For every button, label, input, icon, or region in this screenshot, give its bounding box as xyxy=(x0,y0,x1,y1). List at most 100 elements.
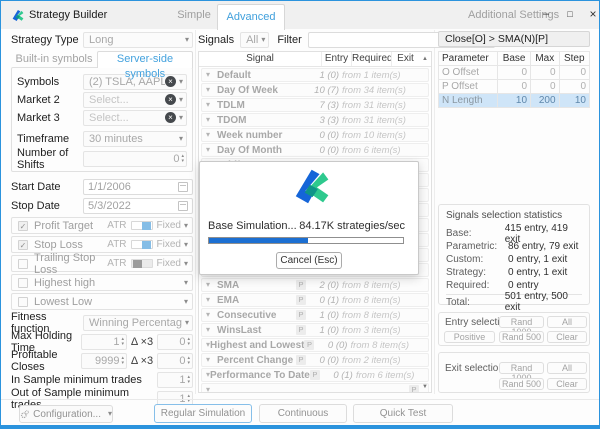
entry-rand-1000-button[interactable]: Rand 1000 xyxy=(499,316,544,328)
column-exit[interactable]: Exit xyxy=(391,52,419,66)
atr-fixed-toggle[interactable] xyxy=(131,259,153,268)
entry-rand-500-button[interactable]: Rand 500 xyxy=(499,331,544,343)
chevron-down-icon[interactable]: ▾ xyxy=(184,260,188,268)
exit-clear-button[interactable]: Clear xyxy=(547,378,587,390)
signal-formula[interactable]: Close[O] > SMA(N)[P] xyxy=(438,31,590,47)
list-item[interactable]: ▾Percent ChangeP0 (0)from 2 item(s) xyxy=(201,353,429,367)
clear-icon[interactable]: × xyxy=(165,94,176,105)
maximize-icon[interactable]: □ xyxy=(561,5,579,24)
spinner-arrows-icon[interactable]: ▴▾ xyxy=(187,375,190,385)
minimize-icon[interactable]: – xyxy=(537,5,555,24)
table-row[interactable]: O Offset 0 0 0 xyxy=(439,66,590,80)
strategy-type-select[interactable]: Long▾ xyxy=(83,32,193,48)
configuration-button[interactable]: Configuration... ▾ xyxy=(19,405,113,423)
list-item[interactable]: ▾Default1 (0)from 1 item(s) xyxy=(201,68,429,82)
scroll-up-icon[interactable]: ▲ xyxy=(419,52,431,66)
chevron-down-icon[interactable]: ▾ xyxy=(206,86,217,94)
entry-positive-button[interactable]: Positive xyxy=(444,331,495,343)
checkbox-icon[interactable] xyxy=(18,259,28,269)
start-date-field[interactable]: 1/1/2006 xyxy=(83,179,193,195)
atr-fixed-toggle[interactable] xyxy=(131,240,153,249)
spinner-arrows-icon[interactable]: ▴▾ xyxy=(187,356,190,366)
list-item[interactable]: ▾Performance To DateP0 (1)from 6 item(s) xyxy=(201,368,429,382)
column-required[interactable]: Required xyxy=(351,52,391,66)
exit-rand-500-button[interactable]: Rand 500 xyxy=(499,378,544,390)
chevron-down-icon[interactable]: ▾ xyxy=(206,386,217,393)
profit-target-row[interactable]: ✓ Profit Target ATR Fixed ▾ xyxy=(11,217,193,234)
max-holding-time-stepper[interactable]: 1 ▴▾ xyxy=(81,334,127,350)
lowest-low-row[interactable]: Lowest Low ▾ xyxy=(11,293,193,310)
checkbox-checked-icon[interactable]: ✓ xyxy=(18,221,28,231)
entry-all-button[interactable]: All xyxy=(547,316,587,328)
entry-clear-button[interactable]: Clear xyxy=(547,331,587,343)
max-holding-delta-stepper[interactable]: 0 ▴▾ xyxy=(157,334,193,350)
chevron-down-icon[interactable]: ▾ xyxy=(206,296,217,304)
clear-icon[interactable]: × xyxy=(165,76,176,87)
list-item[interactable]: ▾WinsLastP1 (0)from 3 item(s) xyxy=(201,323,429,337)
profitable-closes-delta-stepper[interactable]: 0 ▴▾ xyxy=(157,353,193,369)
fitness-function-select[interactable]: Winning Percentage▾ xyxy=(83,315,193,331)
checkbox-checked-icon[interactable]: ✓ xyxy=(18,240,28,250)
atr-fixed-toggle[interactable] xyxy=(131,221,153,230)
number-of-shifts-stepper[interactable]: 0 ▴▾ xyxy=(83,151,187,167)
stop-loss-row[interactable]: ✓ Stop Loss ATR Fixed ▾ xyxy=(11,236,193,253)
spinner-arrows-icon[interactable]: ▴▾ xyxy=(181,154,184,164)
quick-test-button[interactable]: Quick Test xyxy=(353,404,453,423)
table-row[interactable]: P Offset 0 0 0 xyxy=(439,80,590,94)
list-item[interactable]: ▾TDOM3 (3)from 31 item(s) xyxy=(201,113,429,127)
clear-icon[interactable]: × xyxy=(165,112,176,123)
market3-select[interactable]: Select... × ▾ xyxy=(83,110,187,126)
market2-select[interactable]: Select... × ▾ xyxy=(83,92,187,108)
signals-scope-select[interactable]: All▾ xyxy=(240,32,269,48)
chevron-down-icon[interactable]: ▾ xyxy=(206,356,217,364)
chevron-down-icon[interactable]: ▾ xyxy=(206,326,217,334)
exit-rand-1000-button[interactable]: Rand 1000 xyxy=(499,362,544,374)
continuous-simulation-button[interactable]: Continuous Simulation xyxy=(259,404,347,423)
spinner-arrows-icon[interactable]: ▴▾ xyxy=(121,356,124,366)
list-item[interactable]: ▾Highest and LowestP0 (0)from 8 item(s) xyxy=(201,338,429,352)
timeframe-select[interactable]: 30 minutes▾ xyxy=(83,131,187,147)
calendar-icon[interactable] xyxy=(178,182,188,192)
tab-server-side-symbols[interactable]: Server-side symbols xyxy=(97,51,193,68)
chevron-down-icon[interactable]: ▾ xyxy=(184,279,188,287)
chevron-down-icon[interactable]: ▾ xyxy=(206,131,217,139)
highest-high-row[interactable]: Highest high ▾ xyxy=(11,274,193,291)
list-item[interactable]: ▾Day Of Month0 (0)from 6 item(s) xyxy=(201,143,429,157)
table-row-selected[interactable]: N Length 10 200 10 xyxy=(439,94,590,108)
regular-simulation-button[interactable]: Regular Simulation xyxy=(154,404,252,423)
list-item[interactable]: ▾SMAP2 (0)from 8 item(s) xyxy=(201,278,429,292)
chevron-down-icon[interactable]: ▾ xyxy=(184,222,188,230)
list-item[interactable]: ▾TDLM7 (3)from 31 item(s) xyxy=(201,98,429,112)
spinner-arrows-icon[interactable]: ▴▾ xyxy=(121,337,124,347)
trailing-stop-loss-row[interactable]: Trailing Stop Loss ATR Fixed ▾ xyxy=(11,255,193,272)
chevron-down-icon[interactable]: ▾ xyxy=(206,116,217,124)
chevron-down-icon[interactable]: ▾ xyxy=(206,281,217,289)
list-item[interactable]: ▾EMAP0 (1)from 8 item(s) xyxy=(201,293,429,307)
spinner-arrows-icon[interactable]: ▴▾ xyxy=(187,337,190,347)
close-icon[interactable]: × xyxy=(584,5,600,24)
column-entry[interactable]: Entry xyxy=(321,52,351,66)
tab-simple[interactable]: Simple xyxy=(171,9,217,21)
chevron-down-icon[interactable]: ▾ xyxy=(184,298,188,306)
chevron-down-icon[interactable]: ▾ xyxy=(206,101,217,109)
scroll-down-icon[interactable]: ▼ xyxy=(422,384,428,390)
tab-built-in-symbols[interactable]: Built-in symbols xyxy=(11,51,97,67)
checkbox-icon[interactable] xyxy=(18,297,28,307)
in-sample-min-trades-stepper[interactable]: 1 ▴▾ xyxy=(157,372,193,388)
exit-all-button[interactable]: All xyxy=(547,362,587,374)
chevron-down-icon[interactable]: ▾ xyxy=(206,146,217,154)
list-item[interactable]: ▾ConsecutiveP1 (0)from 8 item(s) xyxy=(201,308,429,322)
list-item[interactable]: ▾Day Of Week10 (7)from 34 item(s) xyxy=(201,83,429,97)
calendar-icon[interactable] xyxy=(178,201,188,211)
cancel-button[interactable]: Cancel (Esc) xyxy=(276,252,342,269)
chevron-down-icon[interactable]: ▾ xyxy=(206,71,217,79)
list-item[interactable]: ▾P xyxy=(201,383,429,393)
list-item[interactable]: ▾Week number0 (0)from 10 item(s) xyxy=(201,128,429,142)
tab-advanced[interactable]: Advanced xyxy=(217,4,285,30)
chevron-down-icon[interactable]: ▾ xyxy=(184,241,188,249)
stop-date-field[interactable]: 5/3/2022 xyxy=(83,198,193,214)
column-signal[interactable]: Signal xyxy=(199,52,321,66)
chevron-down-icon[interactable]: ▾ xyxy=(206,311,217,319)
profitable-closes-stepper[interactable]: 9999 ▴▾ xyxy=(81,353,127,369)
checkbox-icon[interactable] xyxy=(18,278,28,288)
